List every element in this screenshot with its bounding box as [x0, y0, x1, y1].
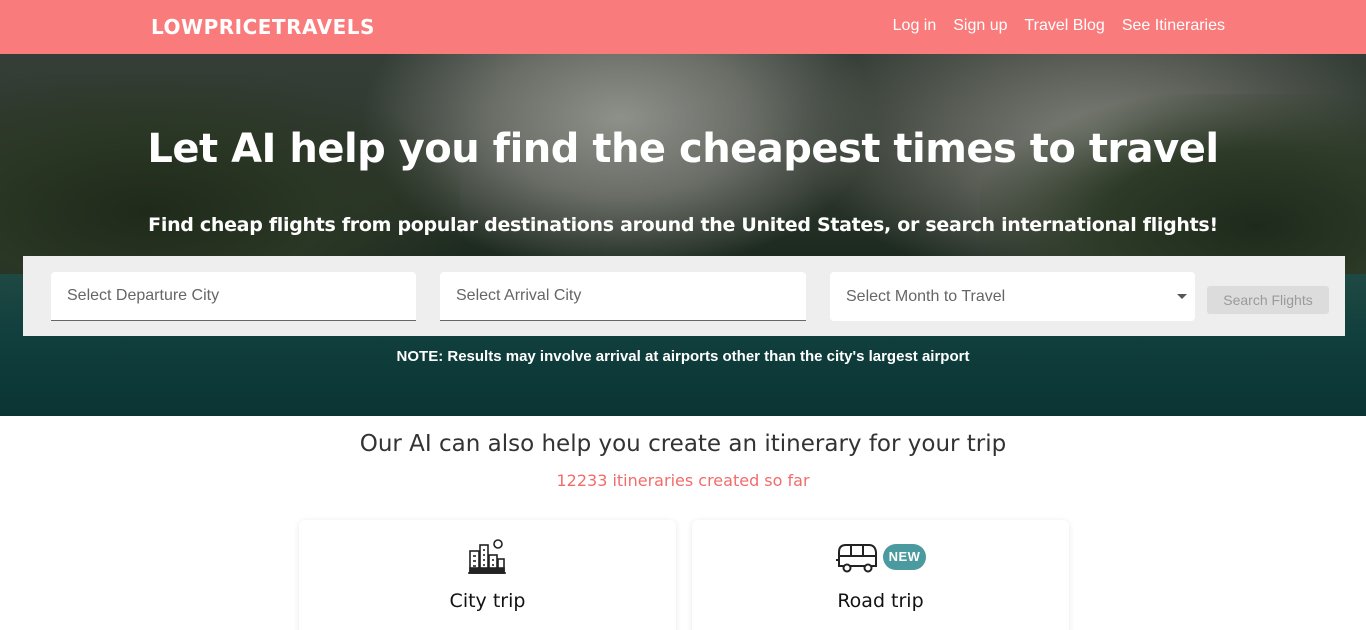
- chevron-down-icon: [1177, 294, 1187, 299]
- hero-banner: Let AI help you find the cheapest times …: [0, 54, 1366, 416]
- city-trip-label: City trip: [449, 590, 526, 612]
- nav-login-link[interactable]: Log in: [893, 17, 937, 35]
- arrival-city-input[interactable]: [440, 272, 806, 321]
- search-flights-button[interactable]: Search Flights: [1207, 286, 1329, 314]
- travel-month-select-label: Select Month to Travel: [846, 287, 1006, 305]
- travel-month-select[interactable]: Select Month to Travel: [830, 272, 1195, 321]
- hero-title: Let AI help you find the cheapest times …: [147, 126, 1219, 172]
- nav-see-itineraries-link[interactable]: See Itineraries: [1122, 17, 1225, 35]
- departure-city-input[interactable]: [51, 272, 416, 321]
- nav-travel-blog-link[interactable]: Travel Blog: [1025, 17, 1105, 35]
- top-navbar: LOWPRICETRAVELS Log in Sign up Travel Bl…: [0, 0, 1366, 54]
- road-trip-label: Road trip: [837, 590, 924, 612]
- airport-note: NOTE: Results may involve arrival at air…: [396, 348, 970, 365]
- itinerary-section-title: Our AI can also help you create an itine…: [359, 431, 1007, 457]
- nav-signup-link[interactable]: Sign up: [953, 17, 1007, 35]
- city-trip-card[interactable]: City trip: [299, 520, 676, 630]
- flight-search-panel: Select Month to Travel Search Flights: [23, 256, 1345, 336]
- city-buildings-icon: [467, 537, 507, 582]
- itinerary-counter: 12233 itineraries created so far: [556, 471, 810, 490]
- main-nav: Log in Sign up Travel Blog See Itinerari…: [893, 17, 1225, 35]
- hero-subtitle: Find cheap flights from popular destinat…: [148, 214, 1218, 236]
- new-badge: NEW: [883, 544, 926, 570]
- road-trip-card[interactable]: NEW Road trip: [692, 520, 1069, 630]
- brand-logo-link[interactable]: LOWPRICETRAVELS: [151, 15, 375, 39]
- van-icon: [835, 540, 879, 579]
